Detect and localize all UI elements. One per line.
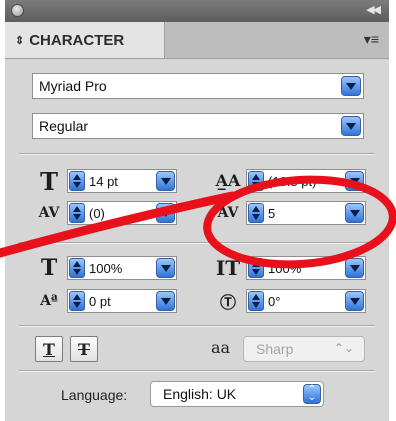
- font-style-dropdown[interactable]: Regular: [32, 113, 364, 139]
- chevron-down-icon[interactable]: [156, 258, 175, 278]
- antialias-icon: aa: [211, 338, 230, 357]
- vertical-scale-field[interactable]: 100%: [67, 256, 177, 280]
- chevron-down-icon[interactable]: [156, 203, 175, 223]
- antialias-icon-label: aa: [211, 338, 231, 357]
- font-style-value: Regular: [39, 118, 89, 134]
- baseline-shift-value: 0 pt: [89, 294, 111, 309]
- leading-field[interactable]: (16.8 pt): [246, 169, 366, 193]
- kerning-icon: AV: [38, 205, 60, 221]
- double-arrow-icon: ⇕: [15, 34, 25, 47]
- font-family-dropdown[interactable]: Myriad Pro: [32, 73, 364, 99]
- language-dropdown[interactable]: English: UK ⌃ ⌄: [150, 381, 324, 407]
- vertical-scale-icon: T: [40, 255, 58, 281]
- vertical-scale-value: 100%: [89, 261, 123, 276]
- tab-label: CHARACTER: [29, 31, 125, 49]
- stepper-icon[interactable]: [69, 291, 85, 311]
- leading-value: (16.8 pt): [268, 174, 317, 189]
- chevron-down-icon[interactable]: [156, 171, 175, 191]
- kerning-value: (0): [89, 206, 105, 221]
- tracking-field[interactable]: 5: [246, 201, 366, 225]
- stepper-icon[interactable]: [69, 171, 85, 191]
- character-rotation-field[interactable]: 0°: [246, 289, 366, 313]
- font-family-value: Myriad Pro: [39, 78, 107, 94]
- chevron-down-icon[interactable]: [156, 291, 175, 311]
- divider: [19, 326, 375, 327]
- chevron-down-icon[interactable]: [345, 291, 364, 311]
- character-rotation-value: 0°: [268, 294, 281, 309]
- stepper-icon[interactable]: [69, 203, 85, 223]
- divider: [19, 154, 375, 155]
- horizontal-scale-icon: IT: [215, 256, 241, 280]
- language-value: English: UK: [163, 386, 237, 402]
- font-size-value: 14 pt: [89, 174, 118, 189]
- chevron-updown-icon[interactable]: ⌃ ⌄: [303, 384, 321, 404]
- panel-tabstrip: ⇕ CHARACTER ▾≡: [5, 22, 389, 59]
- collapse-icon[interactable]: ◀◀: [366, 3, 381, 16]
- baseline-shift-icon: Aª: [40, 293, 58, 309]
- leading-icon: A̲A: [215, 170, 241, 190]
- stepper-icon[interactable]: [69, 258, 85, 278]
- stepper-icon[interactable]: [248, 258, 264, 278]
- language-label: Language:: [61, 387, 128, 403]
- panel-menu-icon[interactable]: ▾≡: [364, 31, 379, 48]
- stepper-icon[interactable]: [248, 203, 264, 223]
- stepper-icon[interactable]: [248, 171, 264, 191]
- stepper-icon[interactable]: [248, 291, 264, 311]
- font-size-field[interactable]: 14 pt: [67, 169, 177, 193]
- divider: [19, 243, 375, 244]
- tab-character[interactable]: ⇕ CHARACTER: [5, 22, 165, 58]
- horizontal-scale-field[interactable]: 100%: [246, 256, 366, 280]
- chevron-down-icon[interactable]: [345, 203, 364, 223]
- chevron-down-icon[interactable]: [345, 258, 364, 278]
- panel-titlebar: ◀◀: [5, 0, 389, 22]
- font-size-icon: T: [40, 166, 58, 196]
- character-rotation-icon: Ⓣ: [219, 293, 236, 312]
- antialias-dropdown: Sharp ⌃⌄: [243, 336, 365, 362]
- kerning-field[interactable]: (0): [67, 201, 177, 225]
- close-icon[interactable]: [11, 4, 24, 17]
- tracking-value: 5: [268, 206, 276, 221]
- underline-button[interactable]: T: [35, 336, 63, 362]
- baseline-shift-field[interactable]: 0 pt: [67, 289, 177, 313]
- chevron-down-icon[interactable]: [345, 171, 364, 191]
- tracking-icon: AV: [217, 205, 239, 221]
- horizontal-scale-value: 100%: [268, 261, 302, 276]
- chevron-updown-icon: ⌃⌄: [333, 341, 354, 355]
- divider: [19, 371, 375, 372]
- chevron-down-icon[interactable]: [341, 116, 361, 136]
- chevron-down-icon[interactable]: [341, 76, 361, 96]
- character-panel: ◀◀ ⇕ CHARACTER ▾≡ Myriad Pro Regular T 1…: [5, 0, 389, 421]
- strikethrough-button[interactable]: T: [70, 336, 98, 362]
- antialias-value: Sharp: [256, 341, 294, 357]
